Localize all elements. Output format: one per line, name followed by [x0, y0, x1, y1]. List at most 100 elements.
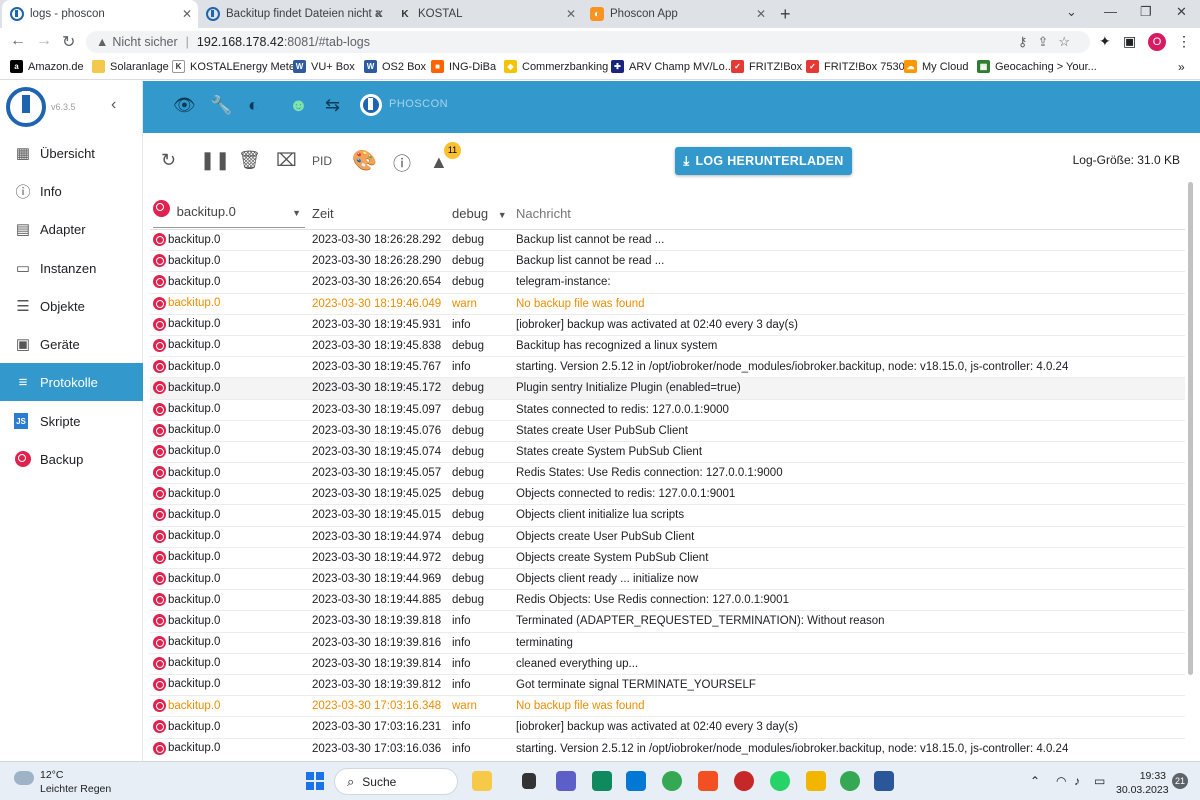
severity-filter-select[interactable]: debug ▼: [452, 206, 512, 221]
browser-tab-backitup[interactable]: Backitup findet Dateien nicht au ✕: [198, 0, 390, 28]
collapse-sidebar-icon[interactable]: ‹: [111, 96, 116, 114]
widgets-app-icon[interactable]: [472, 771, 492, 791]
message-filter-input[interactable]: [516, 202, 1176, 224]
table-row[interactable]: backitup.0 2023-03-30 18:26:28.290 debug Ba…: [150, 251, 1185, 273]
error-icon[interactable]: ⓘ: [393, 150, 411, 176]
word-app-icon[interactable]: [874, 771, 894, 791]
start-button[interactable]: [306, 772, 324, 790]
new-tab-icon[interactable]: +: [780, 4, 791, 25]
sidebar-item-uebersicht[interactable]: ▦ Übersicht: [0, 134, 143, 172]
browser-tab-phoscon[interactable]: ◐ Phoscon App ✕: [582, 0, 772, 28]
profile-avatar[interactable]: O: [1148, 33, 1166, 51]
table-row[interactable]: backitup.0 2023-03-30 18:19:46.049 warn No …: [150, 294, 1185, 315]
table-row[interactable]: backitup.0 2023-03-30 18:19:45.172 debug Pl…: [150, 378, 1185, 400]
close-tab-icon[interactable]: ✕: [374, 7, 384, 21]
table-row[interactable]: backitup.0 2023-03-30 17:03:16.348 warn No …: [150, 696, 1185, 718]
table-row[interactable]: backitup.0 2023-03-30 18:19:45.838 debug Ba…: [150, 336, 1185, 358]
sidebar-item-backup[interactable]: Backup: [0, 440, 143, 478]
eye-icon[interactable]: 👁: [173, 95, 196, 116]
key-icon[interactable]: ⚷: [1018, 34, 1038, 49]
bookmark-arv-champ[interactable]: ✚ ARV Champ MV/Lo...: [611, 60, 734, 73]
bookmark-vu-box[interactable]: W VU+ Box: [293, 60, 355, 73]
table-row[interactable]: backitup.0 2023-03-30 18:19:45.015 debug Ob…: [150, 505, 1185, 527]
scrollbar[interactable]: [1188, 182, 1193, 675]
sidebar-item-instanzen[interactable]: ▭ Instanzen: [0, 249, 143, 287]
bookmark-star-icon[interactable]: ☆: [1058, 34, 1080, 49]
url-field[interactable]: ▲ Nicht sicher | 192.168.178.42 :8081/#t…: [86, 31, 1090, 53]
sidebar-item-geraete[interactable]: ▣ Geräte: [0, 325, 143, 363]
menu-icon[interactable]: ⋮: [1177, 33, 1191, 50]
table-row[interactable]: backitup.0 2023-03-30 18:19:45.076 debug St…: [150, 421, 1185, 442]
teams-chat-icon[interactable]: [556, 771, 576, 791]
whatsapp-app-icon[interactable]: [770, 771, 790, 791]
table-row[interactable]: backitup.0 2023-03-30 18:19:44.969 debug Ob…: [150, 569, 1185, 591]
bookmark-ing[interactable]: ■ ING-DiBa: [431, 60, 496, 73]
sidebar-item-info[interactable]: ⓘ Info: [0, 172, 143, 210]
table-row[interactable]: backitup.0 2023-03-30 18:19:39.816 info ter…: [150, 633, 1185, 654]
volume-icon[interactable]: ♪: [1074, 774, 1080, 788]
table-row[interactable]: backitup.0 2023-03-30 18:19:44.974 debug Ob…: [150, 527, 1185, 548]
refresh-icon[interactable]: ↻: [161, 150, 176, 171]
share-icon[interactable]: ⇪: [1037, 34, 1058, 49]
close-window-icon[interactable]: ✕: [1176, 4, 1187, 20]
brightness-icon[interactable]: ◐: [248, 95, 259, 116]
table-row[interactable]: backitup.0 2023-03-30 18:19:45.025 debug Ob…: [150, 484, 1185, 506]
sidebar-item-objekte[interactable]: ☰ Objekte: [0, 287, 143, 325]
more-bookmarks-icon[interactable]: »: [1178, 60, 1185, 74]
table-row[interactable]: backitup.0 2023-03-30 18:19:45.057 debug Re…: [150, 463, 1185, 485]
forward-arrow-icon[interactable]: →: [36, 32, 52, 50]
wrench-icon[interactable]: 🔧: [210, 95, 232, 116]
browser-tab-kostal[interactable]: K KOSTAL ✕: [390, 0, 582, 28]
microsoft-store-icon[interactable]: [698, 771, 718, 791]
table-row[interactable]: backitup.0 2023-03-30 17:03:16.231 info [io…: [150, 717, 1185, 739]
bookmark-geocaching[interactable]: ▦ Geocaching > Your...: [977, 60, 1097, 73]
reload-icon[interactable]: ↻: [62, 32, 75, 52]
delete-icon[interactable]: 🗑: [238, 150, 261, 171]
sidebar-item-skripte[interactable]: JS Skripte: [0, 402, 143, 440]
weather-cloud-icon[interactable]: [14, 771, 34, 785]
bookmark-kostal-meter[interactable]: K KOSTALEnergy Meter: [172, 60, 299, 73]
bookmark-fritzbox[interactable]: ✓ FRITZ!Box: [731, 60, 802, 73]
show-hidden-icons-icon[interactable]: ⌃: [1030, 774, 1040, 788]
source-filter-select[interactable]: backitup.0 ▼: [153, 200, 305, 228]
bookmark-commerzbank[interactable]: ◆ Commerzbanking: [504, 60, 608, 73]
side-panel-icon[interactable]: ▣: [1123, 33, 1136, 50]
browser-tab-logs[interactable]: logs - phoscon ✕: [2, 0, 198, 28]
sidebar-item-protokolle[interactable]: ≡ Protokolle: [0, 363, 143, 401]
close-tab-icon[interactable]: ✕: [756, 7, 766, 21]
vm-app-icon[interactable]: [734, 771, 754, 791]
table-row[interactable]: backitup.0 2023-03-30 18:19:39.818 info Ter…: [150, 611, 1185, 633]
close-tab-icon[interactable]: ✕: [182, 7, 192, 21]
weather-description[interactable]: Leichter Regen: [40, 783, 111, 795]
table-row[interactable]: backitup.0 2023-03-30 18:19:44.885 debug Re…: [150, 590, 1185, 612]
bookmark-os2-box[interactable]: W OS2 Box: [364, 60, 426, 73]
back-arrow-icon[interactable]: ←: [10, 32, 26, 50]
chrome-app-icon[interactable]: [662, 771, 682, 791]
table-row[interactable]: backitup.0 2023-03-30 18:19:44.972 debug Ob…: [150, 548, 1185, 569]
restore-icon[interactable]: ❐: [1140, 4, 1152, 20]
palette-icon[interactable]: 🎨: [352, 148, 377, 173]
file-explorer-icon[interactable]: [806, 771, 826, 791]
pause-icon[interactable]: ❚❚: [200, 150, 230, 171]
sidebar-item-adapter[interactable]: ▤ Adapter: [0, 210, 143, 248]
tab-search-icon[interactable]: ⌄: [1066, 4, 1077, 20]
table-row[interactable]: backitup.0 2023-03-30 18:19:45.097 debug St…: [150, 400, 1185, 421]
table-row[interactable]: backitup.0 2023-03-30 18:26:28.292 debug Ba…: [150, 230, 1185, 252]
table-row[interactable]: backitup.0 2023-03-30 18:19:45.767 info sta…: [150, 357, 1185, 379]
expert-mode-icon[interactable]: ☻: [289, 95, 308, 116]
task-view-icon[interactable]: [522, 773, 536, 789]
table-row[interactable]: backitup.0 2023-03-30 18:19:45.074 debug St…: [150, 442, 1185, 464]
notifications-badge[interactable]: 21: [1172, 773, 1188, 789]
bookmark-fritzbox-7530[interactable]: ✓ FRITZ!Box 7530: [806, 60, 905, 73]
outlook-app-icon[interactable]: [626, 771, 646, 791]
table-row[interactable]: backitup.0 2023-03-30 18:26:20.654 debug te…: [150, 272, 1185, 294]
temperature[interactable]: 12°C: [40, 769, 63, 781]
minimize-icon[interactable]: —: [1104, 4, 1117, 19]
chrome-profile-app-icon[interactable]: [840, 771, 860, 791]
bookmark-my-cloud[interactable]: ☁ My Cloud: [904, 60, 968, 73]
battery-icon[interactable]: ▭: [1094, 774, 1105, 788]
table-row[interactable]: backitup.0 2023-03-30 18:19:39.812 info Got…: [150, 675, 1185, 697]
extensions-icon[interactable]: ✦: [1099, 33, 1111, 50]
table-row[interactable]: backitup.0 2023-03-30 18:19:45.931 info [io…: [150, 315, 1185, 336]
wifi-icon[interactable]: ◠: [1056, 774, 1066, 788]
